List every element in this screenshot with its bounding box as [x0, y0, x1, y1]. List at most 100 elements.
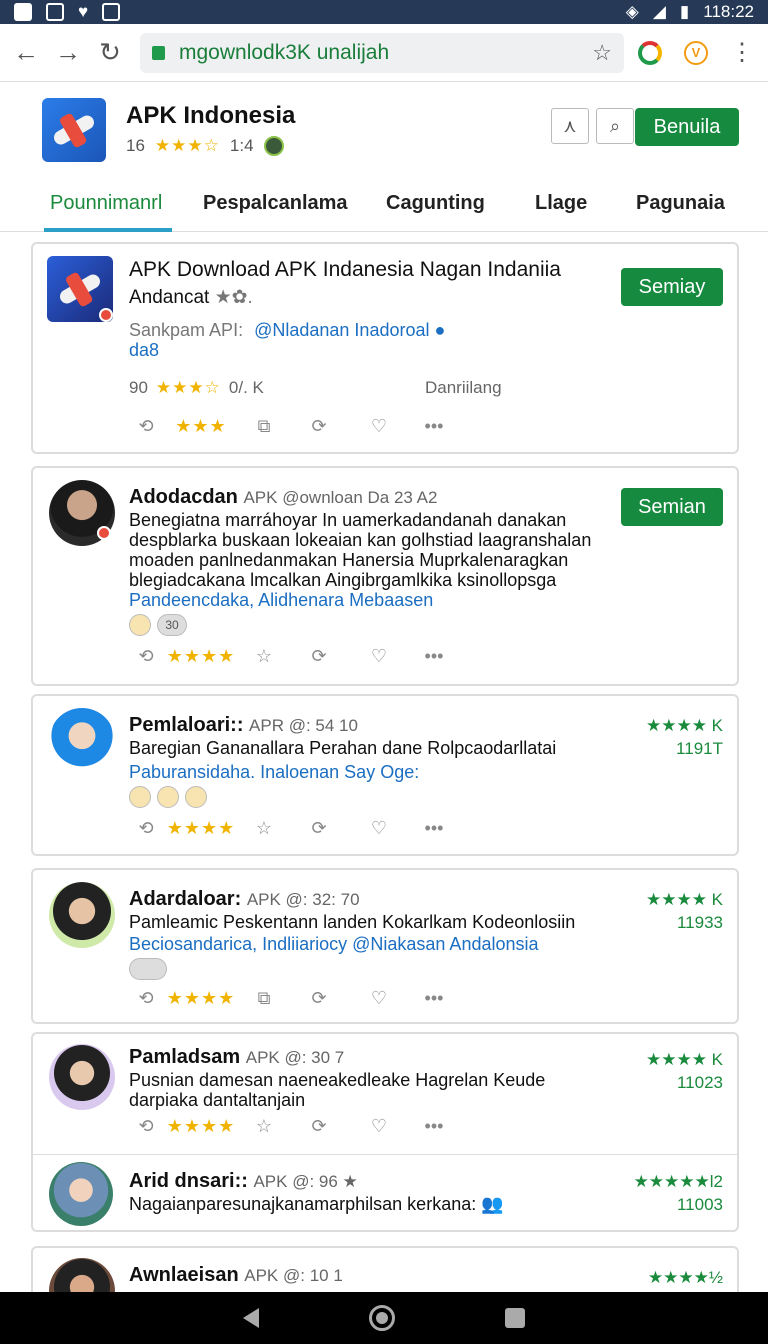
tab-3[interactable]: Llage [535, 192, 587, 215]
heart-icon[interactable]: ♡ [349, 988, 409, 1009]
star-outline-icon[interactable]: ☆ [239, 1116, 289, 1137]
reaction-icon[interactable] [129, 614, 151, 636]
avatar[interactable] [49, 1044, 115, 1110]
reload-icon[interactable]: ↻ [94, 37, 126, 69]
post-link[interactable]: Paburansidaha. Inaloenan Say Oge: [129, 762, 599, 782]
search-icon: ⌕ [609, 115, 621, 136]
back-arrow-icon[interactable]: ← [10, 37, 42, 69]
clock: 118:22 [703, 2, 754, 21]
post-author[interactable]: Pemlaloari:: [129, 714, 243, 736]
heart-icon[interactable]: ♡ [349, 1116, 409, 1137]
reply-icon[interactable]: ⟲ [129, 988, 163, 1009]
reaction-icon[interactable] [185, 786, 207, 808]
wifi-icon: ◢ [652, 2, 666, 21]
post-rating-stars: ★★★★★l2 [633, 1172, 723, 1191]
repost-icon[interactable]: ⧉ [239, 416, 289, 437]
more-icon[interactable]: ••• [409, 988, 459, 1009]
reply-icon[interactable]: ⟲ [129, 416, 163, 437]
heart-icon[interactable]: ♡ [349, 646, 409, 667]
featured-card[interactable]: APK Download APK Indanesia Nagan Indanii… [31, 242, 739, 454]
app-logo [42, 98, 106, 162]
featured-stats: 90 ★★★☆ 0/. K [129, 378, 264, 398]
reaction-icon[interactable] [129, 786, 151, 808]
post-card[interactable]: Adardaloar: APK @: 32: 70 Pamleamic Pesk… [31, 868, 739, 1024]
reaction-icon[interactable] [157, 786, 179, 808]
app-count: 16 [126, 136, 145, 155]
notification-icon [14, 3, 32, 21]
avatar[interactable] [49, 708, 115, 774]
app-header: APK Indonesia 16 ★★★☆ 1:4 ⋏ ⌕ Benuila [0, 82, 768, 182]
plane-icon [51, 112, 97, 148]
share-icon[interactable]: ⟳ [289, 818, 349, 839]
post-card[interactable]: Adodacdan APK @ownloan Da 23 A2 Benegiat… [31, 466, 739, 686]
verified-icon: ● [434, 320, 446, 340]
tab-4[interactable]: Pagunaia [636, 192, 725, 215]
download-notification-icon [102, 3, 121, 21]
featured-status: Danriilang [425, 378, 502, 397]
star-outline-icon[interactable]: ☆ [239, 646, 289, 667]
tab-2[interactable]: Cagunting [386, 192, 485, 215]
post-link[interactable]: Beciosandarica, Indliiariocy @Niakasan A… [129, 934, 599, 954]
back-triangle-icon[interactable] [243, 1308, 259, 1328]
reply-icon[interactable]: ⟲ [129, 646, 163, 667]
avatar[interactable] [49, 1162, 113, 1226]
share-button[interactable]: ⋏ [551, 108, 589, 144]
reply-icon[interactable]: ⟲ [129, 818, 163, 839]
post-card[interactable]: Pemlaloari:: APR @: 54 10 Baregian Ganan… [31, 694, 739, 856]
reaction-count[interactable]: 30 [157, 614, 187, 636]
header-action-button[interactable]: Benuila [635, 108, 739, 146]
more-icon[interactable]: ••• [409, 818, 459, 839]
post-rating-count: 1191T [676, 739, 723, 758]
post-author[interactable]: Adardaloar: [129, 888, 241, 910]
rating-stars[interactable]: ★★★ [163, 416, 239, 437]
repost-icon[interactable]: ⧉ [239, 988, 289, 1009]
forward-arrow-icon[interactable]: → [52, 37, 84, 69]
heart-icon[interactable]: ♡ [349, 818, 409, 839]
share-icon[interactable]: ⟳ [289, 646, 349, 667]
post-author[interactable]: Awnlaeisan [129, 1264, 239, 1286]
recents-square-icon[interactable] [505, 1308, 525, 1328]
app-meta: 16 ★★★☆ 1:4 [126, 136, 284, 156]
more-icon[interactable]: ••• [409, 646, 459, 667]
share-icon[interactable]: ⟳ [289, 416, 349, 437]
address-bar[interactable]: mgownlodk3K unalijah ☆ [140, 32, 624, 73]
avatar[interactable] [49, 882, 115, 948]
source-link[interactable]: @Nladanan Inadoroal [254, 320, 429, 340]
star-outline-icon[interactable]: ☆ [239, 818, 289, 839]
post-body: Pamleamic Peskentann landen Kokarlkam Ko… [129, 912, 576, 932]
more-icon[interactable]: ••• [409, 1116, 459, 1137]
post-card[interactable]: Pamladsam APK @: 30 7 Pusnian damesan na… [31, 1032, 739, 1232]
reply-icon[interactable]: ⟲ [129, 1116, 163, 1137]
rating-stars[interactable]: ★★★★ [163, 1116, 239, 1137]
bookmark-star-icon[interactable]: ☆ [592, 40, 612, 66]
heart-icon[interactable]: ♡ [349, 416, 409, 437]
post-body-text: Nagaianparesunajkanamarphilsan kerkana: [129, 1194, 477, 1214]
post-author[interactable]: Arid dnsari:: [129, 1170, 248, 1192]
search-button[interactable]: ⌕ [596, 108, 634, 144]
rating-stars[interactable]: ★★★★ [163, 646, 239, 667]
post-handle: APK @: 96 ★ [253, 1172, 358, 1191]
post-author[interactable]: Pamladsam [129, 1046, 240, 1068]
tab-0[interactable]: Pounnimanrl [50, 192, 162, 215]
post-link[interactable]: Pandeencdaka, Alidhenara Mebaasen [129, 590, 599, 610]
post-action-button[interactable]: Semian [621, 488, 723, 526]
post-author[interactable]: Adodacdan [129, 486, 238, 508]
post-handle: APK @: 10 1 [244, 1266, 343, 1285]
share-icon[interactable]: ⟳ [289, 1116, 349, 1137]
menu-kebab-icon[interactable]: ⋮ [730, 40, 754, 64]
tab-1[interactable]: Pespalcanlama [203, 192, 348, 215]
rating-stars[interactable]: ★★★★ [163, 818, 239, 839]
reaction-icon[interactable] [129, 958, 167, 980]
featured-action-button[interactable]: Semiay [621, 268, 723, 306]
post-rating-stars: ★★★★ K [645, 716, 723, 735]
plane-icon [57, 271, 103, 307]
vpn-extension-icon[interactable]: V [684, 40, 708, 65]
rating-stars[interactable]: ★★★★ [163, 988, 239, 1009]
reactions: 30 [129, 614, 187, 636]
more-icon[interactable]: ••• [409, 416, 459, 437]
google-extension-icon[interactable] [638, 40, 662, 65]
featured-size: 0/. K [228, 378, 264, 397]
star-icon: ★✿. [214, 287, 253, 308]
home-circle-icon[interactable] [369, 1305, 395, 1331]
share-icon[interactable]: ⟳ [289, 988, 349, 1009]
